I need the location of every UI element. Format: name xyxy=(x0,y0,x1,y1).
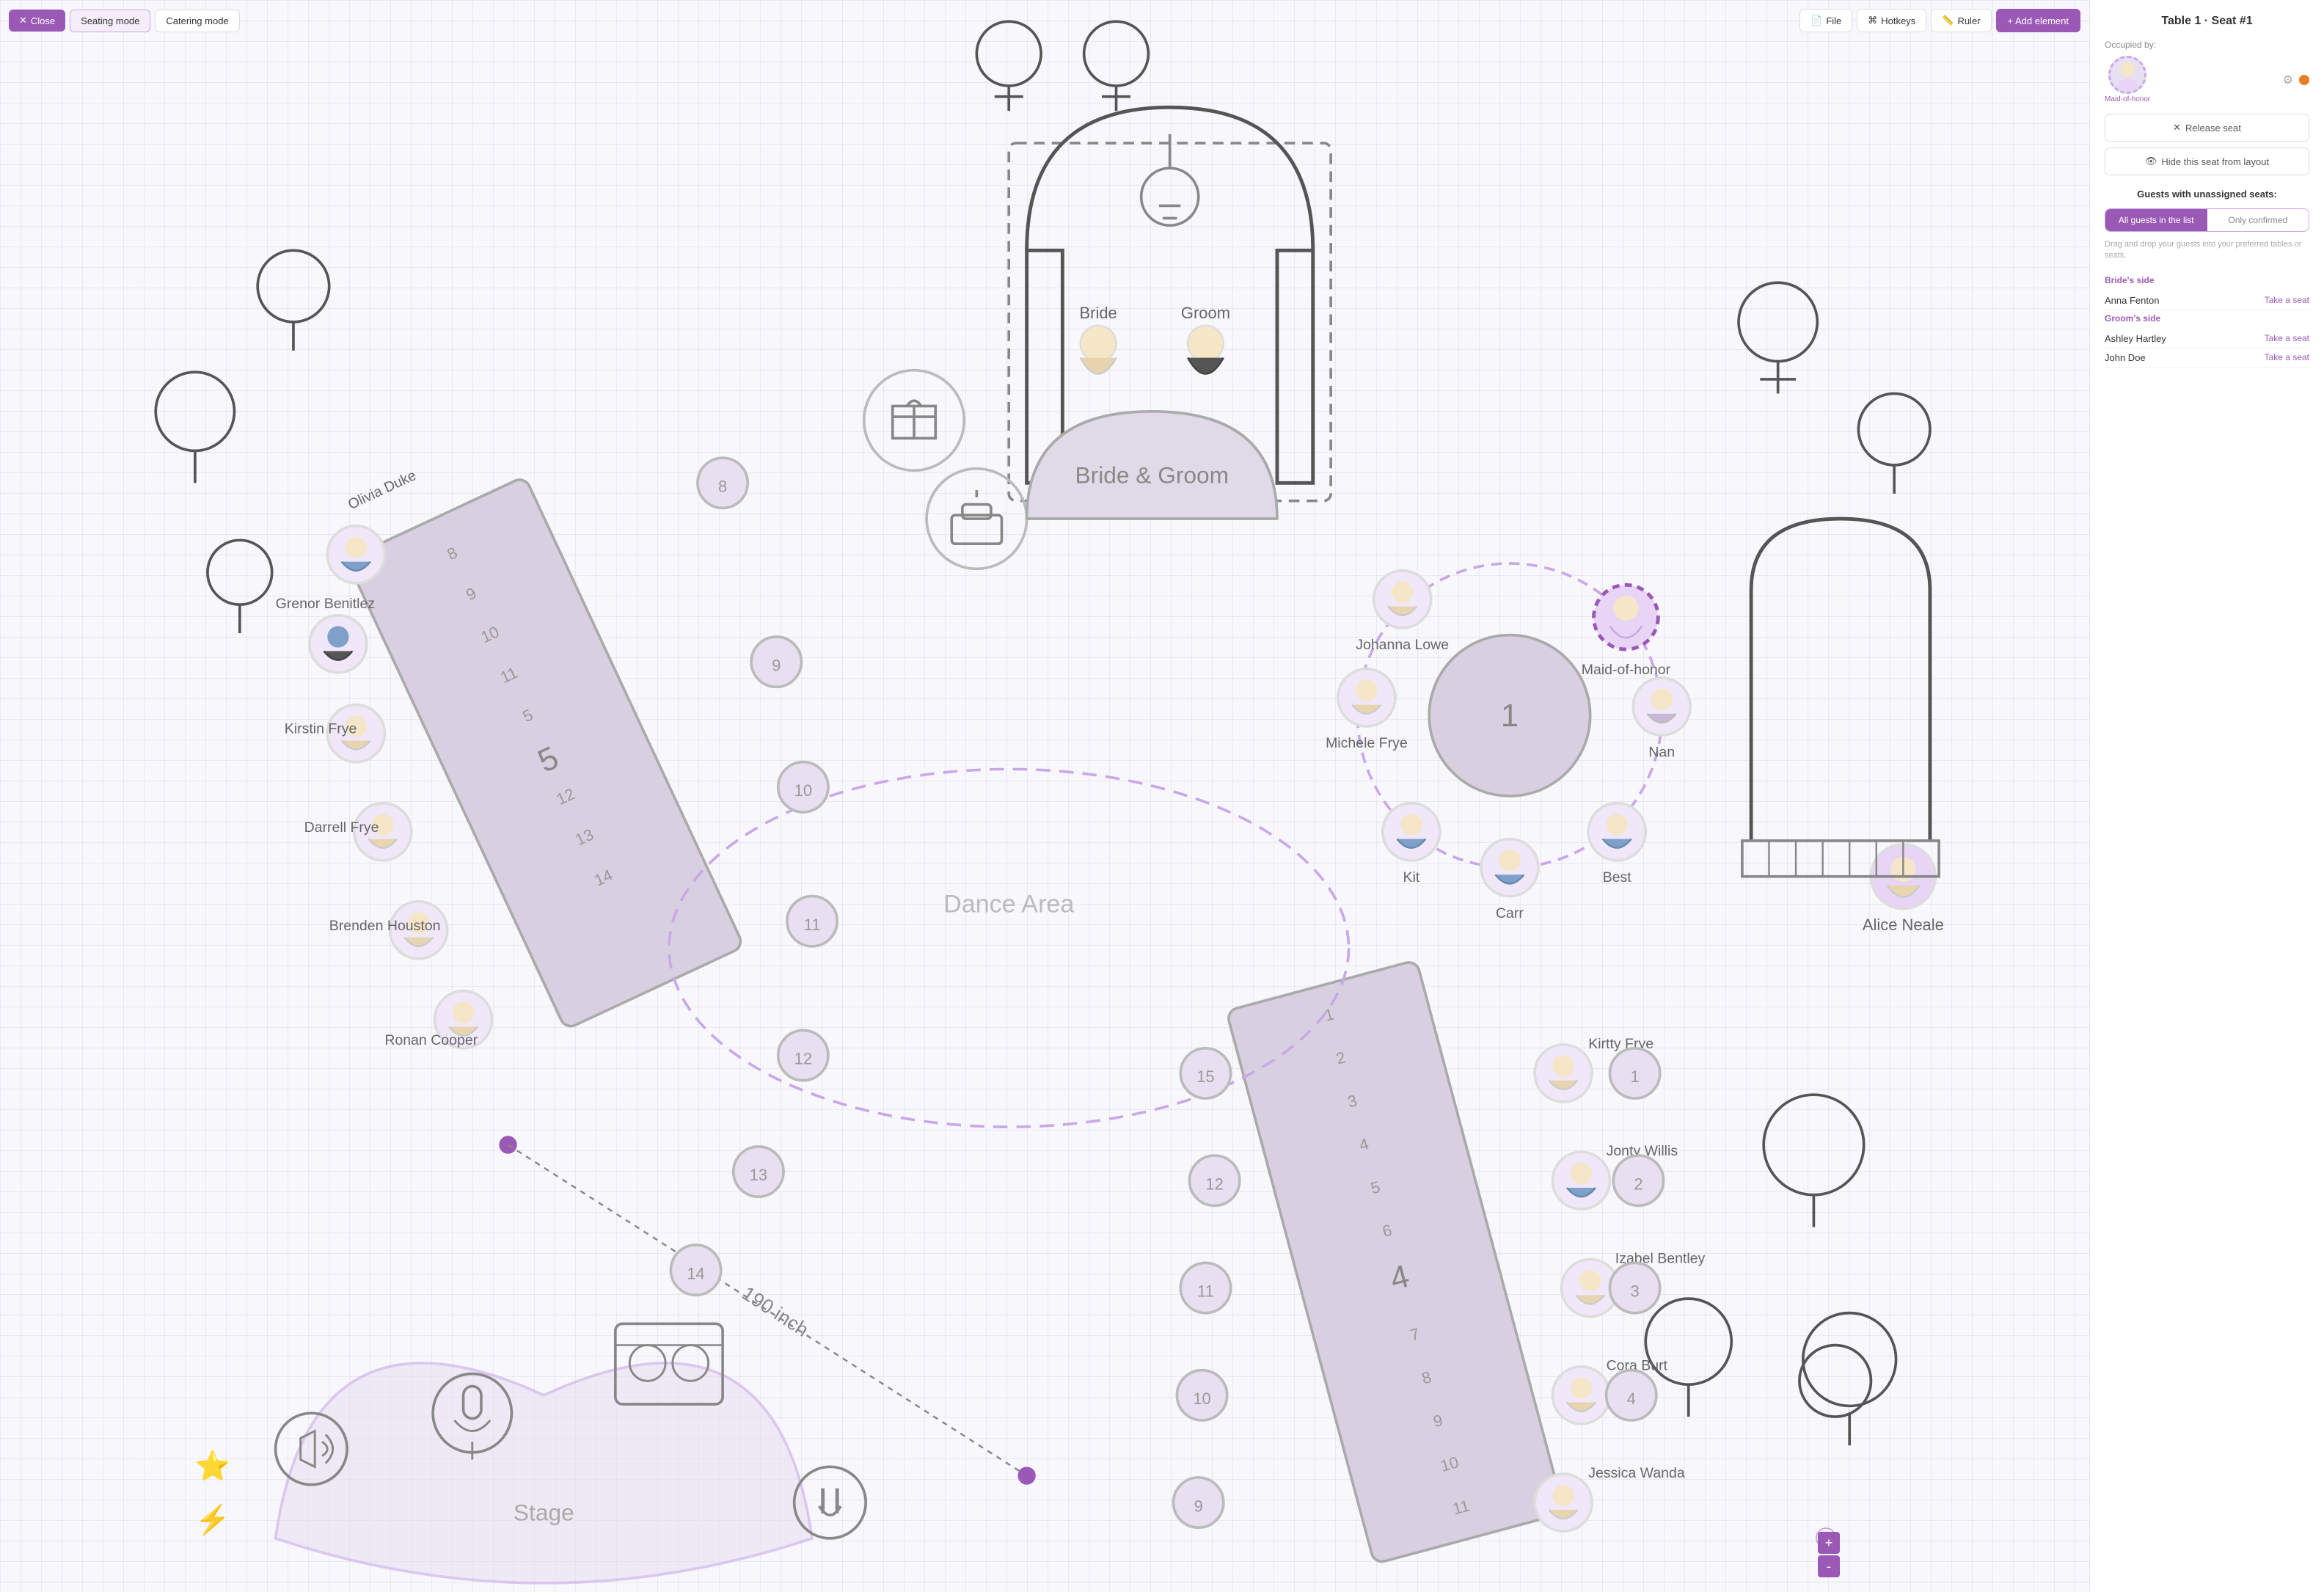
take-seat-john[interactable]: Take a seat xyxy=(2265,352,2309,362)
drag-hint: Drag and drop your guests into your pref… xyxy=(2105,239,2309,262)
svg-text:Kirstin Frye: Kirstin Frye xyxy=(285,721,357,737)
filter-confirmed-tab[interactable]: Only confirmed xyxy=(2207,209,2309,231)
svg-text:9: 9 xyxy=(1194,1497,1203,1515)
floor-plan-canvas[interactable]: ✕ Close Seating mode Catering mode 📄 Fil… xyxy=(0,0,2089,1592)
guest-name-john: John Doe xyxy=(2105,352,2146,363)
floor-plan-svg: Bride & Groom Bride Groom 1 xyxy=(0,0,2089,1592)
svg-text:Groom: Groom xyxy=(1181,304,1230,322)
svg-text:12: 12 xyxy=(794,1050,812,1068)
table-5: 5 8 9 10 11 5 12 13 14 Olivia Duke xyxy=(276,467,745,1048)
svg-text:Olivia Duke: Olivia Duke xyxy=(346,467,419,513)
add-element-button[interactable]: + Add element xyxy=(1996,9,2080,32)
svg-text:Kit: Kit xyxy=(1403,869,1419,886)
zoom-in-button[interactable]: + xyxy=(1818,1532,1840,1554)
right-panel: Table 1 · Seat #1 Occupied by: Maid-of-h… xyxy=(2089,0,2324,1592)
svg-text:9: 9 xyxy=(772,656,781,674)
svg-text:1: 1 xyxy=(1631,1067,1640,1086)
hide-seat-button[interactable]: 👁 Hide this seat from layout xyxy=(2105,147,2309,175)
ruler-button[interactable]: 📏 Ruler xyxy=(1931,9,1991,32)
guest-row-anna: Anna Fenton Take a seat xyxy=(2105,291,2309,310)
toolbar-right: 📄 File ⌘ Hotkeys 📏 Ruler + Add element xyxy=(1799,9,2080,32)
svg-text:Ronan Cooper: Ronan Cooper xyxy=(384,1032,478,1048)
seating-mode-button[interactable]: Seating mode xyxy=(70,10,150,32)
svg-text:2: 2 xyxy=(1634,1175,1642,1193)
svg-text:3: 3 xyxy=(1631,1282,1640,1301)
file-icon: 📄 xyxy=(1810,15,1822,26)
svg-text:12: 12 xyxy=(1205,1175,1223,1193)
occupied-row: Maid-of-honor ⚙ xyxy=(2105,56,2309,103)
svg-text:Brenden Houston: Brenden Houston xyxy=(329,918,441,934)
stage-area: Stage xyxy=(276,1323,866,1583)
svg-text:1: 1 xyxy=(1501,698,1519,734)
cake-icon xyxy=(927,469,1027,569)
svg-text:190 inch: 190 inch xyxy=(738,1282,812,1341)
status-indicator xyxy=(2299,75,2309,85)
svg-text:15: 15 xyxy=(1196,1067,1214,1086)
guests-section-title: Guests with unassigned seats: xyxy=(2105,189,2309,200)
svg-text:Dance Area: Dance Area xyxy=(943,890,1074,918)
guest-name-ashley: Ashley Hartley xyxy=(2105,333,2166,344)
gift-icon xyxy=(864,370,965,471)
groom-side-title: Groom's side xyxy=(2105,313,2309,324)
svg-text:Bride: Bride xyxy=(1080,304,1117,322)
svg-text:Bride & Groom: Bride & Groom xyxy=(1075,461,1229,488)
zoom-out-button[interactable]: - xyxy=(1818,1555,1840,1577)
hotkeys-icon: ⌘ xyxy=(1868,15,1877,26)
svg-text:Nan: Nan xyxy=(1648,744,1675,760)
svg-text:14: 14 xyxy=(687,1264,704,1282)
close-button[interactable]: ✕ Close xyxy=(9,10,65,32)
svg-text:10: 10 xyxy=(1193,1390,1210,1408)
x-icon: ✕ xyxy=(2173,122,2181,134)
svg-text:Michele Frye: Michele Frye xyxy=(1326,735,1408,751)
svg-text:13: 13 xyxy=(750,1166,767,1184)
guest-row-john: John Doe Take a seat xyxy=(2105,348,2309,368)
svg-text:Darrell Frye: Darrell Frye xyxy=(304,819,379,836)
avatar-image xyxy=(2108,56,2146,94)
svg-text:Stage: Stage xyxy=(514,1499,574,1525)
svg-text:Maid-of-honor: Maid-of-honor xyxy=(1582,662,1671,678)
svg-text:⚡: ⚡ xyxy=(195,1503,231,1537)
svg-text:Jessica Wanda: Jessica Wanda xyxy=(1588,1465,1685,1481)
occupied-label: Occupied by: xyxy=(2105,40,2309,50)
svg-text:10: 10 xyxy=(794,781,812,800)
hotkeys-button[interactable]: ⌘ Hotkeys xyxy=(1857,9,1926,32)
settings-icon[interactable]: ⚙ xyxy=(2283,73,2293,87)
catering-mode-button[interactable]: Catering mode xyxy=(155,10,239,32)
filter-tabs: All guests in the list Only confirmed xyxy=(2105,208,2309,232)
take-seat-ashley[interactable]: Take a seat xyxy=(2265,333,2309,343)
svg-text:Grenor Benitlez: Grenor Benitlez xyxy=(276,596,375,612)
svg-text:⭐: ⭐ xyxy=(195,1450,231,1483)
svg-text:4: 4 xyxy=(1627,1390,1636,1408)
close-icon: ✕ xyxy=(19,15,27,26)
release-seat-button[interactable]: ✕ Release seat xyxy=(2105,114,2309,142)
table-1: 1 Maid-of-honor Nan Best xyxy=(1326,563,1690,921)
svg-text:11: 11 xyxy=(1197,1282,1214,1301)
panel-title: Table 1 · Seat #1 xyxy=(2105,15,2309,28)
tree-top-center xyxy=(976,21,1041,111)
svg-text:8: 8 xyxy=(718,478,727,496)
eye-icon: 👁 xyxy=(2145,156,2157,167)
svg-text:11: 11 xyxy=(804,916,821,934)
ruler-icon: 📏 xyxy=(1942,15,1954,26)
guest-name-anna: Anna Fenton xyxy=(2105,295,2159,306)
svg-text:Johanna Lowe: Johanna Lowe xyxy=(1356,637,1449,653)
toolbar: ✕ Close Seating mode Catering mode 📄 Fil… xyxy=(9,9,2080,32)
guest-row-ashley: Ashley Hartley Take a seat xyxy=(2105,329,2309,348)
zoom-controls: + - xyxy=(1818,1532,1840,1577)
svg-text:Best: Best xyxy=(1603,869,1632,886)
svg-text:Carr: Carr xyxy=(1496,905,1524,921)
svg-text:Alice Neale: Alice Neale xyxy=(1863,916,1944,934)
bride-side-title: Bride's side xyxy=(2105,275,2309,285)
guest-role-label: Maid-of-honor xyxy=(2105,95,2150,103)
take-seat-anna[interactable]: Take a seat xyxy=(2265,295,2309,305)
guest-avatar: Maid-of-honor xyxy=(2105,56,2150,103)
filter-all-tab[interactable]: All guests in the list xyxy=(2105,209,2207,231)
file-button[interactable]: 📄 File xyxy=(1799,9,1852,32)
arch-right xyxy=(1742,519,1939,877)
